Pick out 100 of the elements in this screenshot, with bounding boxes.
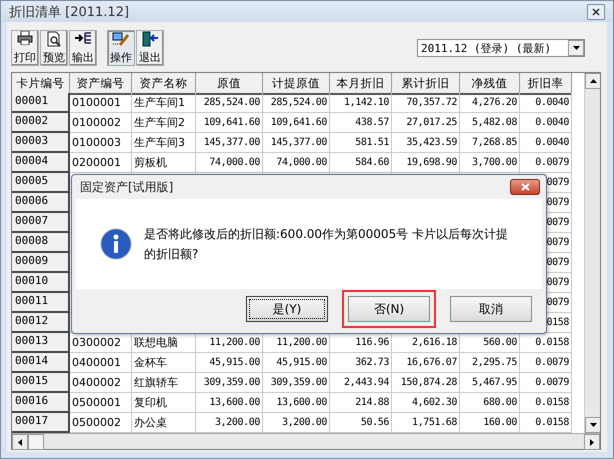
table-cell: 145,377.00 <box>263 133 330 153</box>
table-cell: 35,423.59 <box>392 133 460 153</box>
table-cell: 285,524.00 <box>196 93 263 113</box>
table-cell: 0400002 <box>70 373 132 393</box>
column-header[interactable]: 资产名称 <box>132 73 196 95</box>
table-cell: 红旗轿车 <box>132 373 196 393</box>
row-header: 00004 <box>12 153 70 173</box>
table-cell: 70,357.72 <box>392 93 460 113</box>
scroll-right-button[interactable] <box>584 434 600 450</box>
table-cell: 生产车间2 <box>132 113 196 133</box>
table-cell: 0100001 <box>70 93 132 113</box>
table-cell: 5,467.95 <box>460 373 520 393</box>
toolbar-button[interactable]: 输出 <box>69 30 97 66</box>
left-arrow-icon <box>18 438 22 446</box>
toolbar-button[interactable]: 打印 <box>11 30 39 66</box>
dialog-close-button[interactable] <box>510 179 540 195</box>
table-cell: 16,676.07 <box>392 353 460 373</box>
table-cell: 生产车间1 <box>132 93 196 113</box>
column-header[interactable]: 本月折旧 <box>330 73 392 95</box>
table-cell: 214.88 <box>330 393 392 413</box>
horizontal-scrollbar[interactable] <box>12 433 600 449</box>
table-cell: 0400001 <box>70 353 132 373</box>
scroll-left-button[interactable] <box>12 434 28 450</box>
row-header: 00017 <box>12 413 70 433</box>
table-cell: 0.0040 <box>520 113 572 133</box>
table-cell: 0.0040 <box>520 133 572 153</box>
row-header: 00009 <box>12 253 70 273</box>
table-cell: 0.0079 <box>520 153 572 173</box>
dialog-button[interactable]: 是(Y) <box>246 296 328 322</box>
dropdown-button[interactable] <box>568 40 584 56</box>
table-cell: 金杯车 <box>132 353 196 373</box>
column-header[interactable]: 折旧率 <box>520 73 572 95</box>
table-cell: 3,700.00 <box>460 153 520 173</box>
table-cell: 309,359.00 <box>263 373 330 393</box>
down-arrow-icon <box>590 423 596 427</box>
table-cell: 0.0079 <box>520 353 572 373</box>
close-icon <box>592 8 600 16</box>
close-button[interactable] <box>587 4 605 20</box>
row-header: 00012 <box>12 313 70 333</box>
toolbar-button[interactable]: 操作 <box>107 30 135 66</box>
table-cell: 309,359.00 <box>196 373 263 393</box>
toolbar-button[interactable]: 预览 <box>40 30 68 66</box>
period-dropdown[interactable]: 2011.12 (登录) (最新) <box>417 39 585 57</box>
right-arrow-icon <box>590 438 594 446</box>
close-icon <box>520 183 530 191</box>
column-header[interactable]: 卡片编号 <box>12 73 70 95</box>
toolbar-button[interactable]: 退出 <box>136 30 164 66</box>
table-cell: 7,268.85 <box>460 133 520 153</box>
door-exit-icon <box>141 31 159 47</box>
scroll-thumb[interactable] <box>28 434 44 450</box>
table-cell: 145,377.00 <box>196 133 263 153</box>
dialog-title: 固定资产[试用版] <box>80 178 174 196</box>
table-cell: 45,915.00 <box>263 353 330 373</box>
export-arrow-icon <box>74 31 92 45</box>
table-cell: 0.0079 <box>520 373 572 393</box>
column-header[interactable]: 净残值 <box>460 73 520 95</box>
scroll-down-button[interactable] <box>585 417 600 433</box>
table-cell: 584.60 <box>330 153 392 173</box>
column-header[interactable]: 计提原值 <box>263 73 330 95</box>
window-title: 折旧清单 [2011.12] <box>9 4 130 20</box>
table-cell: 109,641.60 <box>196 113 263 133</box>
table-cell: 45,915.00 <box>196 353 263 373</box>
dialog-button[interactable]: 否(N) <box>348 296 430 322</box>
row-header: 00001 <box>12 93 70 113</box>
scroll-up-button[interactable] <box>585 73 600 89</box>
row-header: 00007 <box>12 213 70 233</box>
column-header[interactable]: 原值 <box>196 73 263 95</box>
caret-icon <box>572 46 580 50</box>
column-header[interactable]: 累计折旧 <box>392 73 460 95</box>
table-cell: 4,602.30 <box>392 393 460 413</box>
table-cell: 74,000.00 <box>196 153 263 173</box>
row-header: 00003 <box>12 133 70 153</box>
table-cell: 生产车间3 <box>132 133 196 153</box>
table-cell: 2,295.75 <box>460 353 520 373</box>
row-header: 00014 <box>12 353 70 373</box>
dialog-message: 是否将此修改后的折旧额:600.00作为第00005号 卡片以后每次计提的折旧额? <box>144 226 510 263</box>
table-cell: 19,698.90 <box>392 153 460 173</box>
row-header: 00015 <box>12 373 70 393</box>
vertical-scrollbar[interactable] <box>584 73 600 433</box>
table-cell: 74,000.00 <box>263 153 330 173</box>
table-cell: 109,641.60 <box>263 113 330 133</box>
pencil-grid-icon <box>112 31 130 47</box>
table-cell: 285,524.00 <box>263 93 330 113</box>
table-cell: 27,017.25 <box>392 113 460 133</box>
row-header: 00002 <box>12 113 70 133</box>
row-header: 00008 <box>12 233 70 253</box>
info-icon <box>100 228 132 260</box>
table-cell: 362.73 <box>330 353 392 373</box>
table-cell: 0200001 <box>70 153 132 173</box>
table-cell: 13,600.00 <box>196 393 263 413</box>
up-arrow-icon <box>590 79 596 83</box>
table-cell: 2,443.94 <box>330 373 392 393</box>
printer-icon <box>17 31 33 45</box>
table-cell: 0500001 <box>70 393 132 413</box>
row-header: 00013 <box>12 333 70 353</box>
table-cell: 剪板机 <box>132 153 196 173</box>
row-header: 00010 <box>12 273 70 293</box>
column-header[interactable]: 资产编号 <box>70 73 132 95</box>
dialog-button[interactable]: 取消 <box>450 296 532 322</box>
table-cell: 438.57 <box>330 113 392 133</box>
